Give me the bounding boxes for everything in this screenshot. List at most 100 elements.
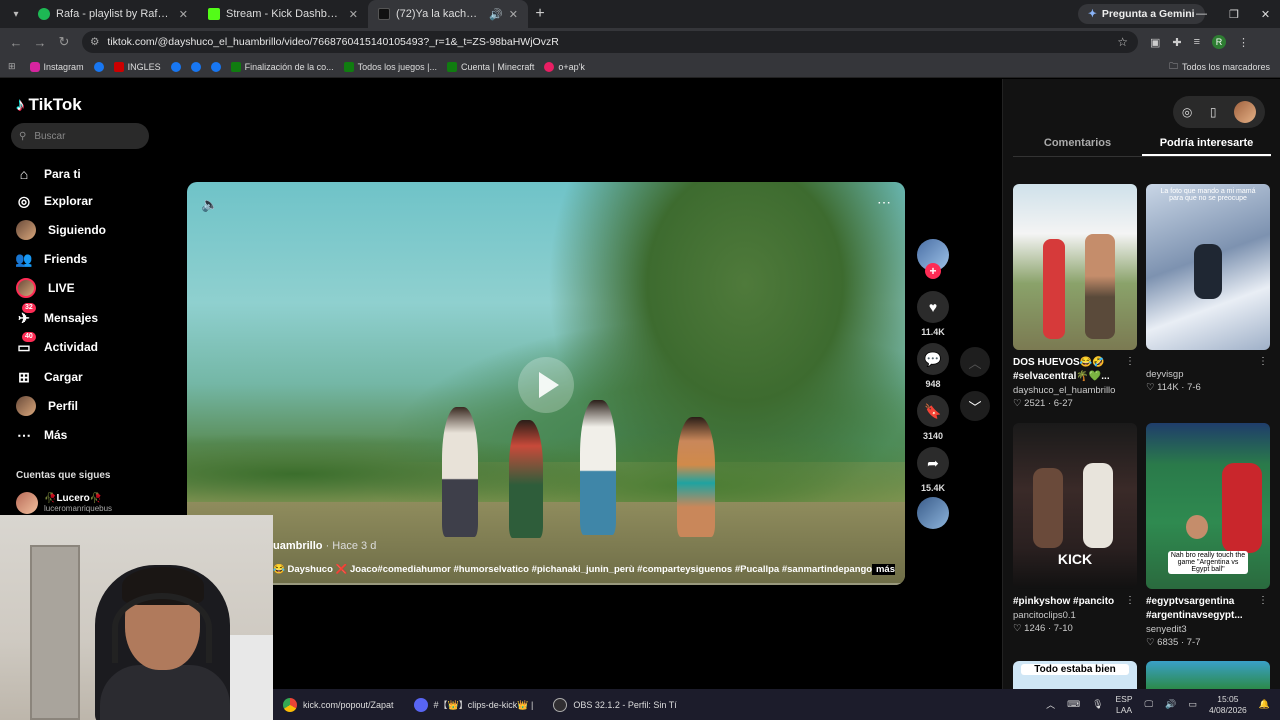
reload-icon[interactable]: ↻ [52,34,76,50]
previous-video-button[interactable]: ︿ [960,347,990,377]
play-button[interactable] [518,357,574,413]
following-account[interactable]: 🥀Lucero🥀 luceromanriquebus [16,492,112,514]
chevron-up-icon[interactable]: ︿ [1046,698,1055,711]
video-card[interactable]: Nah bro really touch the game "Argentina… [1146,423,1270,648]
keyboard-icon[interactable]: ⌨ [1067,699,1080,710]
volume-icon[interactable]: 🔊 [1165,699,1176,710]
video-card-peek[interactable] [1146,661,1270,689]
flag-icon [113,61,124,72]
friends-icon: 👥 [15,250,33,267]
taskbar-chrome[interactable]: kick.com/popout/Zapat [273,689,404,720]
restore-icon[interactable]: ❐ [1229,8,1239,21]
bookmark-ingles[interactable]: INGLES [113,61,161,72]
apps-icon[interactable]: ⊞ [8,61,16,72]
nav-mensajes[interactable]: ✈ 32 Mensajes [16,303,98,328]
mic-icon[interactable]: 🎙 [1092,699,1103,710]
site-info-icon[interactable]: ⚙ [90,36,99,48]
speaker-icon[interactable]: 🔊 [489,8,503,21]
nav-cargar[interactable]: ⊞ Cargar [16,367,83,387]
network-icon[interactable]: 🖵 [1145,699,1154,710]
video-progress-bar[interactable] [187,583,905,585]
nav-live[interactable]: LIVE [16,278,75,298]
video-card[interactable]: La foto que mando a mi mamá para que no … [1146,184,1270,393]
nav-explorar[interactable]: ◎ Explorar [16,191,93,211]
clock[interactable]: 15:05 4/08/2026 [1209,694,1247,716]
tab-tiktok[interactable]: (72)Ya la kaché - Dayshuco 🔊 ✕ [368,0,528,28]
gemini-label: Pregunta a Gemini [1101,8,1195,20]
nav-perfil[interactable]: Perfil [16,396,78,416]
menu-icon[interactable]: ⋮ [1238,36,1249,49]
next-video-button[interactable]: ﹀ [960,391,990,421]
tab-podria-interesarte[interactable]: Podría interesarte [1142,131,1271,156]
search-icon: ⚲ [19,130,27,142]
close-icon[interactable]: ✕ [349,8,358,21]
music-disc[interactable] [917,497,949,529]
close-icon[interactable]: ✕ [179,8,188,21]
save-button[interactable]: 🔖 [917,395,949,427]
tab-spotify[interactable]: Rafa - playlist by Rafael.xared | ✕ [28,0,198,28]
video-author[interactable]: uambrillo · Hace 3 d [273,540,376,552]
profile-avatar[interactable]: R [1212,35,1227,49]
video-player[interactable]: 🔈 ⋯ uambrillo · Hace 3 d 😂 Dayshuco ❌ Jo… [187,182,905,585]
close-window-icon[interactable]: ✕ [1261,8,1270,21]
gemini-button[interactable]: ✦ Pregunta a Gemini [1078,4,1205,24]
bookmark-facebook[interactable] [93,61,104,72]
nav-siguiendo[interactable]: Siguiendo [16,220,106,240]
search-input[interactable]: ⚲ Buscar [11,123,149,149]
notifications-icon[interactable]: 🔔 [1259,699,1270,710]
more-options-icon[interactable]: ⋯ [877,194,891,211]
volume-icon[interactable]: 🔈 [201,196,218,213]
tiktok-logo[interactable]: ♪ TikTok [16,95,82,115]
tab-label: (72)Ya la kaché - Dayshuco [396,8,483,20]
card-likes: 1246 [1024,623,1046,634]
device-icon[interactable]: ▯ [1210,105,1217,119]
video-card[interactable]: DOS HUEVOS😂🤣 #selvacentral🌴💚... ⋮ dayshu… [1013,184,1137,409]
nav-actividad[interactable]: ▭ 40 Actividad [16,332,98,357]
bookmark-facebook[interactable] [170,61,181,72]
bookmark-oapk[interactable]: o+ap'k [544,61,585,72]
like-button[interactable]: ♥ [917,291,949,323]
share-button[interactable]: ➦ [917,447,949,479]
taskbar-discord[interactable]: #【👑】clips-de-kick👑 | [404,689,544,720]
battery-icon[interactable]: ▭ [1188,699,1197,710]
follow-plus-icon[interactable]: + [925,263,941,279]
close-icon[interactable]: ✕ [509,8,518,21]
bookmark-facebook[interactable] [190,61,201,72]
nav-mas[interactable]: ⋯ Más [16,425,67,445]
taskbar-obs[interactable]: OBS 32.1.2 - Perfil: Sin Tí [543,689,686,720]
caption-more-button[interactable]: más [871,564,895,575]
screen-icon[interactable]: ▣ [1150,36,1160,49]
compass-icon[interactable]: ◎ [1182,105,1192,119]
video-person [580,400,616,535]
language-indicator[interactable]: ESP LAA [1116,694,1133,716]
bookmark-minecraft[interactable]: Cuenta | Minecraft [447,61,534,72]
nav-para-ti[interactable]: ⌂ Para ti [16,164,81,184]
avatar[interactable] [1234,101,1257,123]
all-bookmarks-button[interactable]: 🗀 Todos los marcadores [1169,59,1270,75]
nav-friends[interactable]: 👥 Friends [15,249,87,269]
top-icons: ◎ ▯ [1173,96,1265,128]
extensions-icon[interactable]: ✚ [1172,36,1181,49]
more-icon[interactable]: ⋮ [1125,595,1135,606]
comment-button[interactable]: 💬 [917,343,949,375]
minimize-icon[interactable]: — [1196,8,1207,20]
bookmark-juegos[interactable]: Todos los juegos |... [343,61,437,72]
tab-kick[interactable]: Stream - Kick Dashboard ✕ [198,0,368,28]
bookmark-finalizacion[interactable]: Finalización de la co... [230,61,334,72]
more-icon[interactable]: ⋮ [1125,356,1135,367]
new-tab-button[interactable]: + [528,5,552,23]
tab-comentarios[interactable]: Comentarios [1013,131,1142,156]
taskbar: kick.com/popout/Zapat #【👑】clips-de-kick👑… [273,689,1280,720]
video-card-peek[interactable]: Todo estaba bien [1013,661,1137,689]
back-icon[interactable]: ← [4,35,28,50]
more-icon[interactable]: ⋮ [1258,356,1268,367]
video-card[interactable]: KICK #pinkyshow #pancito ⋮ pancitoclips0… [1013,423,1137,634]
bookmark-facebook[interactable] [210,61,221,72]
forward-icon[interactable]: → [28,35,52,50]
tab-search-icon[interactable]: ▾ [4,3,28,25]
bookmark-star-icon[interactable]: ☆ [1117,35,1128,49]
bookmark-instagram[interactable]: Instagram [29,61,84,72]
url-bar[interactable]: ⚙ tiktok.com/@dayshuco_el_huambrillo/vid… [82,31,1138,53]
more-icon[interactable]: ⋮ [1258,595,1268,606]
media-icon[interactable]: ≡ [1194,36,1200,48]
